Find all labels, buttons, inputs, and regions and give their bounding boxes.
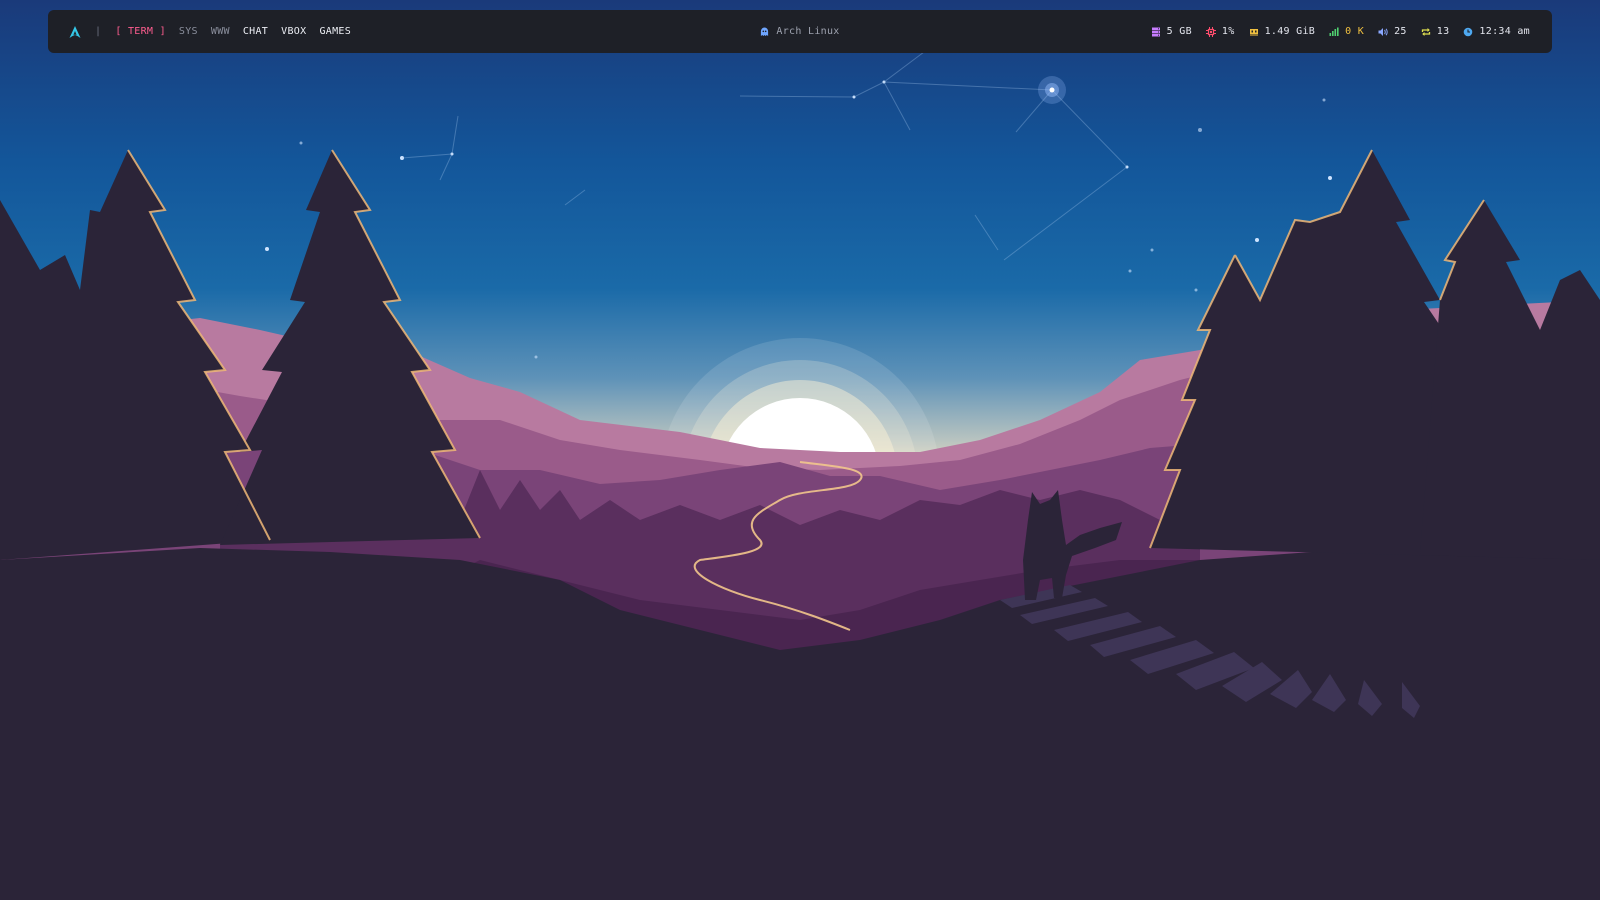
disk-icon — [1151, 27, 1160, 36]
wallpaper-image — [0, 0, 1600, 900]
volume-module[interactable]: 25 — [1378, 26, 1407, 37]
volume-value: 25 — [1394, 26, 1407, 37]
ghost-icon — [761, 27, 769, 36]
memory-value: 1.49 GiB — [1264, 26, 1316, 37]
arch-logo-icon[interactable] — [68, 25, 82, 39]
cpu-value: 1% — [1221, 26, 1235, 37]
workspace-games[interactable]: GAMES — [319, 26, 351, 37]
cpu-module[interactable]: 1% — [1205, 26, 1235, 37]
workspace-switcher: | [ TERM ] SYS WWW CHAT VBOX GAMES — [68, 10, 364, 53]
clock-module[interactable]: 12:34 am — [1463, 26, 1530, 37]
disk-module[interactable]: 5 GB — [1151, 26, 1192, 37]
workspace-www[interactable]: WWW — [211, 26, 230, 37]
workspace-term[interactable]: [ TERM ] — [115, 26, 166, 37]
workspace-sys[interactable]: SYS — [179, 26, 198, 37]
window-title-text: Arch Linux — [776, 26, 840, 37]
workspace-vbox[interactable]: VBOX — [281, 26, 306, 37]
memory-module[interactable]: 1.49 GiB — [1249, 26, 1316, 37]
updates-module[interactable]: 13 — [1421, 26, 1450, 37]
memory-icon — [1249, 28, 1258, 36]
cpu-icon — [1205, 26, 1216, 37]
clock-icon — [1464, 27, 1473, 36]
top-panel: | [ TERM ] SYS WWW CHAT VBOX GAMES Arch … — [48, 10, 1552, 53]
network-icon — [1329, 27, 1339, 36]
volume-icon — [1378, 27, 1388, 36]
network-value: 0 K — [1345, 26, 1365, 37]
status-modules: 5 GB 1% 1.49 GiB 0 K 25 13 12:34 am — [1137, 10, 1530, 53]
workspace-chat[interactable]: CHAT — [243, 26, 268, 37]
updates-icon — [1421, 27, 1430, 36]
disk-value: 5 GB — [1166, 26, 1192, 37]
network-module[interactable]: 0 K — [1329, 26, 1364, 37]
separator: | — [95, 26, 102, 37]
clock-value: 12:34 am — [1479, 26, 1530, 37]
updates-value: 13 — [1436, 26, 1450, 37]
desktop: | [ TERM ] SYS WWW CHAT VBOX GAMES Arch … — [0, 0, 1600, 900]
